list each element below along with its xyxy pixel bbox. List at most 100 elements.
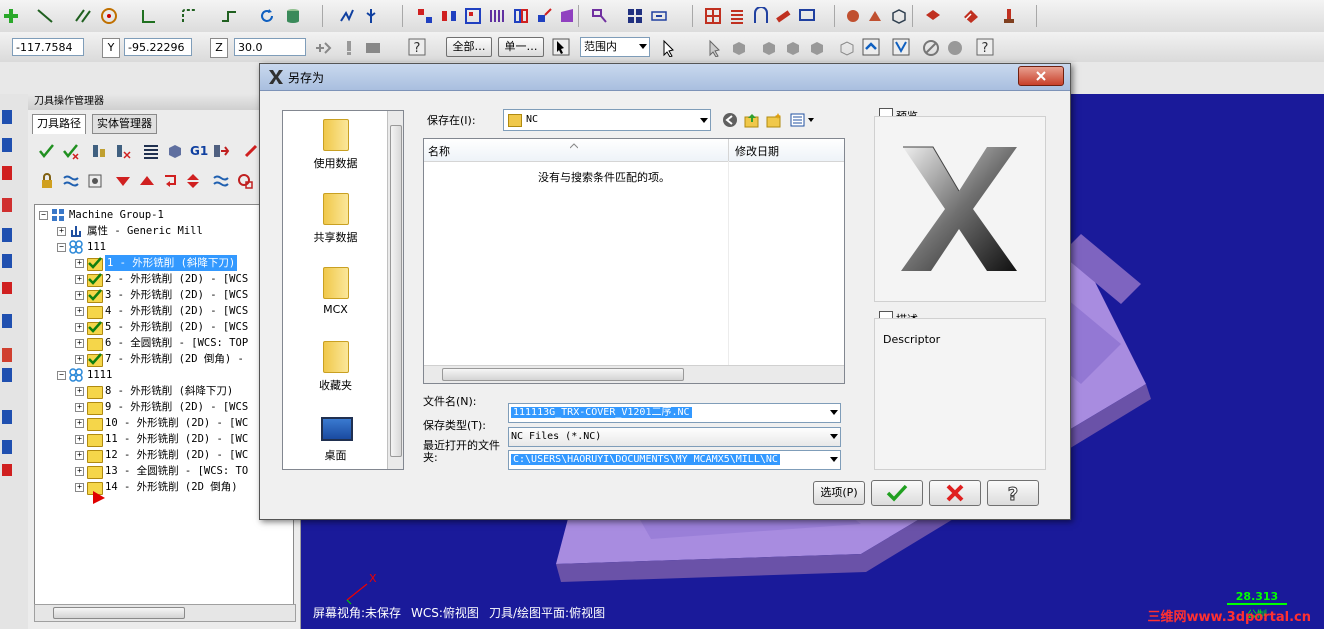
trim-icon[interactable] [338,7,356,25]
post-g1-button[interactable]: G1 [190,144,208,158]
tree-row[interactable]: + 属性 - Generic Mill [35,223,293,239]
insert-arrow-icon[interactable] [162,172,180,190]
verify-icon[interactable] [862,38,880,56]
attributes-icon[interactable] [962,7,980,25]
tree-row[interactable]: − 111 [35,239,293,255]
expand-toggle-icon[interactable]: − [39,211,48,220]
expand-toggle-icon[interactable]: + [75,467,84,476]
save-in-select[interactable]: NC [503,109,711,131]
back-icon[interactable] [722,112,738,128]
expand-toggle-icon[interactable]: + [75,435,84,444]
x-coordinate-input[interactable]: -117.7584 [12,38,84,56]
verify-solid-icon[interactable] [166,142,184,160]
rotate-icon[interactable] [258,7,276,25]
tree-row[interactable]: +3 - 外形铣削 (2D) - [WCS [35,287,293,303]
select-body-icon[interactable] [808,39,826,57]
expand-toggle-icon[interactable]: + [75,387,84,396]
recent-folder-select[interactable]: C:\USERS\HAORUYI\DOCUMENTS\MY MCAMX5\MIL… [508,450,841,470]
post-lock-icon[interactable] [86,172,104,190]
delete-ops-icon[interactable] [242,142,260,160]
strip-tool-9[interactable] [2,348,12,362]
strip-tool-11[interactable] [2,410,12,424]
tree-row[interactable]: +11 - 外形铣削 (2D) - [WC [35,431,293,447]
expand-toggle-icon[interactable]: + [75,323,84,332]
lock-icon[interactable] [38,172,56,190]
tree-row[interactable]: − 1111 [35,367,293,383]
tree-row[interactable]: +2 - 外形铣削 (2D) - [WCS [35,271,293,287]
tree-row[interactable]: +5 - 外形铣削 (2D) - [WCS [35,319,293,335]
select-edge-icon[interactable] [784,39,802,57]
expand-toggle-icon[interactable]: + [75,291,84,300]
ruler-icon[interactable] [774,7,792,25]
tree-row[interactable]: +7 - 外形铣削 (2D 倒角) - [35,351,293,367]
tree-row[interactable]: +14 - 外形铣削 (2D 倒角) [35,479,293,495]
move-up-icon[interactable] [138,172,156,190]
translate-icon[interactable] [536,7,554,25]
selection-range-select[interactable]: 范围内 [580,37,650,57]
select-solid-icon[interactable] [730,39,748,57]
solid-cylinder-icon[interactable] [284,7,302,25]
arc-icon[interactable] [752,7,770,25]
expand-toggle-icon[interactable]: + [75,483,84,492]
expand-toggle-icon[interactable]: − [57,371,66,380]
break-icon[interactable] [362,7,380,25]
tab-toolpaths[interactable]: 刀具路径 [32,114,86,134]
move-down-icon[interactable] [114,172,132,190]
strip-tool-12[interactable] [2,440,12,454]
filetype-select[interactable]: NC Files (*.NC) [508,427,841,447]
up-folder-icon[interactable] [744,112,760,128]
select-single-button[interactable]: 单一… [498,37,544,57]
offset-icon[interactable] [488,7,506,25]
scrollbar-thumb[interactable] [53,607,185,619]
column-header-date[interactable]: 修改日期 [735,143,779,159]
expand-toggle-icon[interactable]: + [57,227,66,236]
y-coordinate-input[interactable]: -95.22296 [124,38,192,56]
place-shared-data[interactable]: 共享数据 [283,193,388,253]
render-icon[interactable] [866,7,884,25]
mirror-icon[interactable] [440,7,458,25]
places-scrollbar-thumb[interactable] [390,125,402,457]
place-mcx[interactable]: MCX [283,267,388,327]
ok-button[interactable] [871,480,923,506]
line-icon[interactable] [36,7,54,25]
cancel-button[interactable] [929,480,981,506]
fillet-icon[interactable] [140,7,158,25]
strip-tool-7[interactable] [2,282,12,294]
high-speed-icon[interactable] [212,142,230,160]
strip-tool-4[interactable] [2,198,12,212]
z-coordinate-input[interactable]: 30.0 [234,38,306,56]
strip-tool-3[interactable] [2,166,12,180]
pen-icon[interactable] [1000,7,1018,25]
levels-icon[interactable] [924,7,942,25]
grid-icon[interactable] [626,7,644,25]
array-icon[interactable] [464,7,482,25]
help-button[interactable]: ? [987,480,1039,506]
insert-arrow-marker-icon[interactable] [91,489,107,505]
auto-cursor-icon[interactable] [364,39,382,57]
toolpath-display-icon[interactable] [62,172,80,190]
spline-icon[interactable] [220,7,238,25]
expand-toggle-icon[interactable]: + [75,355,84,364]
drill-icon[interactable] [590,7,608,25]
tree-horizontal-scrollbar[interactable] [34,604,296,622]
expand-toggle-icon[interactable]: + [75,451,84,460]
help-icon-2[interactable]: ? [976,38,994,56]
list-icon[interactable] [728,7,746,25]
shade-icon[interactable] [844,7,862,25]
close-button[interactable] [1018,66,1064,86]
transform-icon[interactable] [416,7,434,25]
stop-icon[interactable] [946,39,964,57]
regenerate-dirty-icon[interactable] [114,142,132,160]
scroll-icon[interactable] [236,172,254,190]
select-chain-icon[interactable] [706,39,724,57]
expand-toggle-icon[interactable]: + [75,275,84,284]
sync-icon[interactable] [212,172,230,190]
help-icon[interactable]: ? [408,38,426,56]
table-icon[interactable] [704,7,722,25]
strip-tool-5[interactable] [2,228,12,242]
backplot-icon[interactable] [142,142,160,160]
tree-row[interactable]: +12 - 外形铣削 (2D) - [WC [35,447,293,463]
tree-row[interactable]: +10 - 外形铣削 (2D) - [WC [35,415,293,431]
tree-row[interactable]: +8 - 外形铣削 (斜降下刀) [35,383,293,399]
select-back-icon[interactable] [838,39,856,57]
